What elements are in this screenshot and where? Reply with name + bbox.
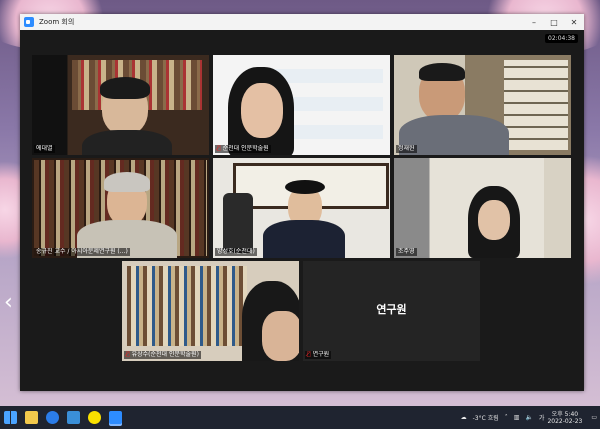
file-explorer-icon[interactable] [25,411,38,424]
clock[interactable]: 오후 5:40 2022-02-23 [547,411,582,425]
system-tray: ☁ -3°C 흐림 ˄ ▥ 🔈 가 오후 5:40 2022-02-23 ▭ [458,411,600,425]
taskbar: ☁ -3°C 흐림 ˄ ▥ 🔈 가 오후 5:40 2022-02-23 ▭ [0,406,600,429]
window-title: Zoom 회의 [39,18,75,26]
video-tile-active-speaker[interactable]: 송규진 교수 / 아시아문제연구원 (...) [32,158,209,258]
chevron-up-icon[interactable]: ˄ [505,414,508,421]
participant-name: 양성호(순천대) [215,248,257,256]
previous-arrow-icon[interactable]: ‹ [4,292,13,314]
ime-indicator[interactable]: 가 [539,413,545,422]
participant-name: 🎙̸ 순천대 인문학술원 [215,145,271,153]
video-tile-video-off[interactable]: 연구원 🎙̸ 연구원 [303,261,480,361]
video-tile[interactable]: 양성호(순천대) [213,158,390,258]
meeting-timer: 02:04:38 [545,34,578,43]
participant-display-name: 연구원 [376,303,407,316]
close-button[interactable]: ✕ [564,14,584,30]
notification-icon[interactable]: ▭ [591,414,597,421]
participant-name: 조주영 [396,248,417,256]
mic-muted-icon: 🎙̸ [307,351,311,358]
minimize-button[interactable]: – [524,14,544,30]
weather-text[interactable]: -3°C 흐림 [473,413,499,422]
store-icon[interactable] [67,411,80,424]
edge-icon[interactable] [46,411,59,424]
clock-date: 2022-02-23 [547,417,583,425]
video-tile[interactable]: 🎙̸ 순천대 인문학술원 [213,55,390,155]
mic-muted-icon: 🎙̸ [126,351,130,358]
video-tile[interactable]: 조주영 [394,158,571,258]
video-tile[interactable]: 정재헌 [394,55,571,155]
kakaotalk-icon[interactable] [88,411,101,424]
title-bar[interactable]: Zoom 회의 – □ ✕ [20,14,584,30]
video-tile[interactable]: 🎙̸ 유상수(순천대 인문학술원) [122,261,299,361]
weather-icon[interactable]: ☁ [461,414,467,421]
maximize-button[interactable]: □ [544,14,564,30]
participant-name: 정재헌 [396,145,417,153]
mic-muted-icon: 🎙̸ [217,145,221,152]
zoom-app-icon [24,17,34,27]
participant-name: 🎙̸ 연구원 [305,351,332,359]
network-icon[interactable]: ▥ [514,414,520,421]
clock-time: 오후 5:40 [551,410,579,418]
zoom-window: Zoom 회의 – □ ✕ 02:04:38 에대열 🎙̸순천대 인문학술원 [20,14,584,391]
participant-name: 🎙̸ 유상수(순천대 인문학술원) [124,351,201,359]
video-tile[interactable]: 에대열 [32,55,209,155]
volume-icon[interactable]: 🔈 [525,414,532,421]
participant-name: 에대열 [34,145,55,153]
windows-logo-icon[interactable] [4,411,17,424]
participant-name: 송규진 교수 / 아시아문제연구원 (...) [34,248,130,256]
zoom-taskbar-icon[interactable] [109,411,122,424]
